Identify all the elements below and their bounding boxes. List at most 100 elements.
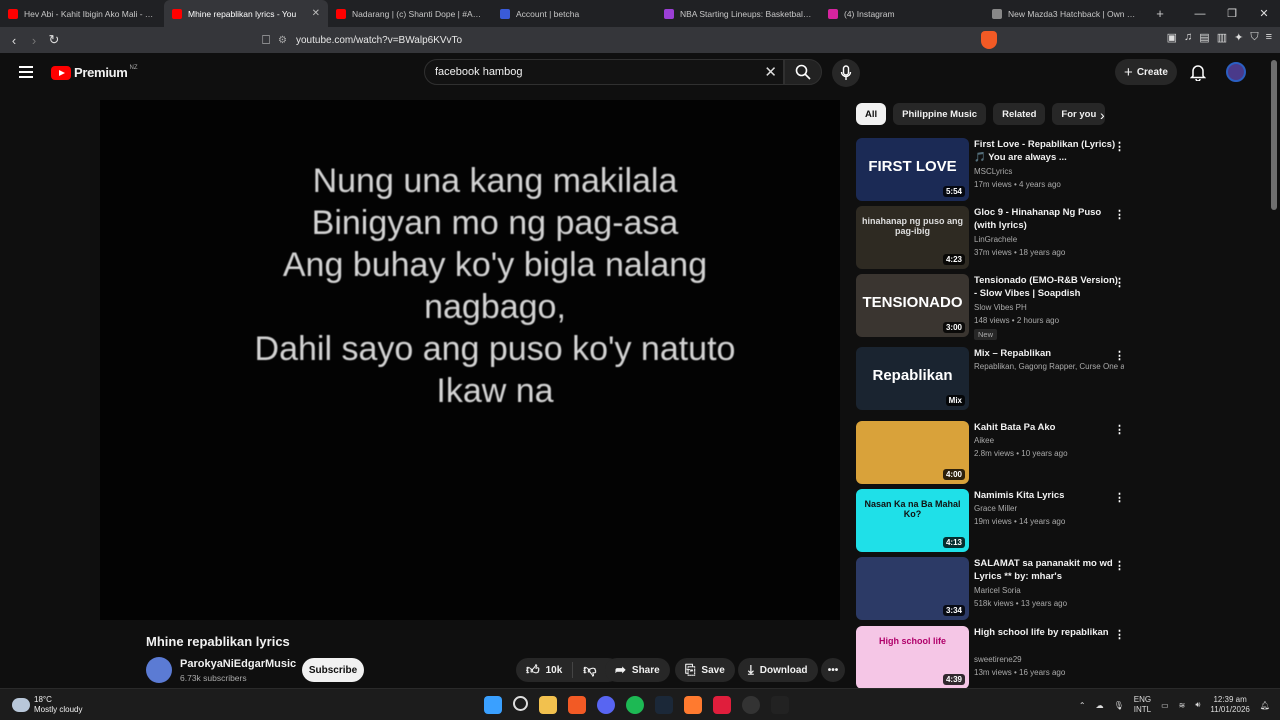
search-input[interactable]: facebook hambog ✕ xyxy=(424,59,784,85)
recommended-title[interactable]: Mix – Repablikan xyxy=(974,347,1119,360)
video-thumbnail[interactable]: 3:34 xyxy=(856,557,969,620)
filter-chip[interactable]: Philippine Music xyxy=(893,103,987,125)
weather-widget[interactable]: 18°C Mostly cloudy xyxy=(12,695,82,715)
site-info-icon[interactable]: ⚙ xyxy=(278,35,296,46)
app-a-icon[interactable] xyxy=(684,696,702,714)
recommended-video[interactable]: hinahanap ng puso ang pag-ibig 4:23 Gloc 9… xyxy=(856,206,1131,270)
reload-icon[interactable]: ↻ xyxy=(44,32,64,48)
video-thumbnail[interactable]: High school life 4:39 xyxy=(856,626,969,689)
recommended-channel[interactable]: Aikee xyxy=(974,436,1124,445)
more-options-icon[interactable]: ⋮ xyxy=(1114,423,1125,436)
recommended-video[interactable]: High school life 4:39 High school life by … xyxy=(856,626,1131,690)
minimize-icon[interactable]: — xyxy=(1184,8,1216,20)
app-circle-icon[interactable] xyxy=(742,696,760,714)
close-window-icon[interactable]: ✕ xyxy=(1248,7,1280,20)
channel-name[interactable]: ParokyaNiEdgarMusic xyxy=(180,658,296,670)
more-options-icon[interactable]: ⋮ xyxy=(1114,491,1125,504)
app-v-icon[interactable] xyxy=(713,696,731,714)
hamburger-menu-icon[interactable] xyxy=(19,66,33,78)
language-indicator[interactable]: ENG INTL xyxy=(1134,695,1151,715)
video-thumbnail[interactable]: TENSIONADO 3:00 xyxy=(856,274,969,337)
file-explorer-icon[interactable] xyxy=(539,696,557,714)
filter-chip[interactable]: Related xyxy=(993,103,1046,125)
recommended-channel[interactable]: Slow Vibes PH xyxy=(974,303,1124,312)
more-options-icon[interactable]: ⋮ xyxy=(1114,140,1125,153)
share-button[interactable]: ➦ Share xyxy=(605,658,670,682)
volume-icon[interactable]: 🔊︎ xyxy=(1195,700,1200,710)
recommended-title[interactable]: Tensionado (EMO-R&B Version) - Slow Vibe… xyxy=(974,274,1119,300)
recommended-channel[interactable]: sweetirene29 xyxy=(974,655,1124,664)
voice-search-button[interactable] xyxy=(832,59,860,87)
like-button[interactable]: 👍︎ 10k xyxy=(516,662,574,678)
more-actions-button[interactable]: ••• xyxy=(821,658,845,682)
recommended-video[interactable]: Nasan Ka na Ba Mahal Ko? 4:13 Namimis Kita… xyxy=(856,489,1131,553)
display-icon[interactable]: ▭ xyxy=(1161,701,1169,710)
search-taskbar-icon[interactable] xyxy=(513,696,528,711)
more-options-icon[interactable]: ⋮ xyxy=(1114,208,1125,221)
recommended-title[interactable]: Namimis Kita Lyrics xyxy=(974,489,1119,502)
filter-chip[interactable]: For you xyxy=(1052,103,1106,125)
browser-tab[interactable]: New Mazda3 Hatchback | Own The I xyxy=(984,0,1148,27)
recommended-channel[interactable]: Repablikan, Gagong Rapper, Curse One a..… xyxy=(974,362,1124,371)
new-tab-button[interactable]: + xyxy=(1148,6,1172,21)
notifications-bell-icon[interactable] xyxy=(1190,63,1206,81)
maximize-icon[interactable]: ❐ xyxy=(1216,7,1248,20)
account-avatar[interactable] xyxy=(1226,62,1246,82)
youtube-premium-logo[interactable]: Premium NZ xyxy=(51,65,138,80)
recommended-video[interactable]: Repablikan Mix Mix – Repablikan Repablikan,… xyxy=(856,347,1131,411)
more-options-icon[interactable]: ⋮ xyxy=(1114,276,1125,289)
download-button[interactable]: ⤓ Download xyxy=(738,658,818,682)
clock[interactable]: 12:39 am 11/01/2026 xyxy=(1210,695,1249,715)
start-icon[interactable] xyxy=(484,696,502,714)
recommended-video[interactable]: TENSIONADO 3:00 Tensionado (EMO-R&B Versio… xyxy=(856,274,1131,340)
notifications-icon[interactable]: 🔔︎ xyxy=(1260,701,1270,710)
recommended-title[interactable]: High school life by repablikan xyxy=(974,626,1119,639)
leo-icon[interactable]: ✦ xyxy=(1234,31,1243,44)
spotify-icon[interactable] xyxy=(626,696,644,714)
recommended-video[interactable]: 3:34 SALAMAT sa pananakit mo wd Lyrics **… xyxy=(856,557,1131,621)
channel-avatar[interactable] xyxy=(146,657,172,683)
browser-tab[interactable]: Account | betcha xyxy=(492,0,656,27)
mic-tray-icon[interactable]: 🎙︎ xyxy=(1114,701,1124,710)
create-button[interactable]: + Create xyxy=(1115,59,1177,85)
clear-search-icon[interactable]: ✕ xyxy=(764,63,777,81)
music-icon[interactable]: ♫ xyxy=(1184,31,1192,44)
browser-tab[interactable]: Nadarang | (c) Shanti Dope | #Agsun xyxy=(328,0,492,27)
browser-tab[interactable]: NBA Starting Lineups: Basketball Dai xyxy=(656,0,820,27)
filter-chip[interactable]: All xyxy=(856,103,887,125)
video-thumbnail[interactable]: 4:00 xyxy=(856,421,969,484)
page-scrollbar[interactable] xyxy=(1271,60,1277,210)
dislike-button[interactable]: 👎︎ xyxy=(573,662,606,678)
save-button[interactable]: ⎘ Save xyxy=(675,658,735,682)
recommended-title[interactable]: Kahit Bata Pa Ako xyxy=(974,421,1119,434)
video-thumbnail[interactable]: FIRST LOVE 5:54 xyxy=(856,138,969,201)
brave-browser-icon[interactable] xyxy=(568,696,586,714)
more-options-icon[interactable]: ⋮ xyxy=(1114,559,1125,572)
brave-shields-icon[interactable] xyxy=(981,31,997,49)
chips-next-icon[interactable]: › xyxy=(1100,107,1105,123)
wifi-icon[interactable]: ≋ xyxy=(1179,701,1186,710)
recommended-video[interactable]: FIRST LOVE 5:54 First Love - Repablikan (L… xyxy=(856,138,1131,202)
wallet-icon[interactable]: ▣ xyxy=(1167,31,1177,44)
recommended-channel[interactable]: Grace Miller xyxy=(974,504,1124,513)
video-thumbnail[interactable]: Repablikan Mix xyxy=(856,347,969,410)
browser-tab[interactable]: Hev Abi - Kahit Ibigin Ako Mali - You xyxy=(0,0,164,27)
vpn-icon[interactable]: ⛉ xyxy=(1250,31,1258,44)
recommended-title[interactable]: SALAMAT sa pananakit mo wd Lyrics ** by:… xyxy=(974,557,1119,583)
search-button[interactable] xyxy=(784,59,822,85)
recommended-title[interactable]: First Love - Repablikan (Lyrics) 🎵 You a… xyxy=(974,138,1119,164)
video-thumbnail[interactable]: Nasan Ka na Ba Mahal Ko? 4:13 xyxy=(856,489,969,552)
browser-tab[interactable]: Mhine repablikan lyrics - You ✕ xyxy=(164,0,328,27)
subscribe-button[interactable]: Subscribe xyxy=(302,658,364,682)
recommended-channel[interactable]: MSCLyrics xyxy=(974,167,1124,176)
steam-icon[interactable] xyxy=(655,696,673,714)
terminal-icon[interactable] xyxy=(771,696,789,714)
network-app-icon[interactable]: ☁ xyxy=(1096,701,1104,710)
browser-tab[interactable]: (4) Instagram xyxy=(820,0,984,27)
recommended-title[interactable]: Gloc 9 - Hinahanap Ng Puso (with lyrics) xyxy=(974,206,1119,232)
close-tab-icon[interactable]: ✕ xyxy=(312,8,320,19)
menu-icon[interactable]: ≡ xyxy=(1266,31,1272,44)
url-field[interactable]: ⚙ youtube.com/watch?v=BWalp6KVvTo xyxy=(278,30,1004,50)
sidebar-icon[interactable]: ▤ xyxy=(1199,31,1209,44)
wallet2-icon[interactable]: ▥ xyxy=(1217,31,1227,44)
